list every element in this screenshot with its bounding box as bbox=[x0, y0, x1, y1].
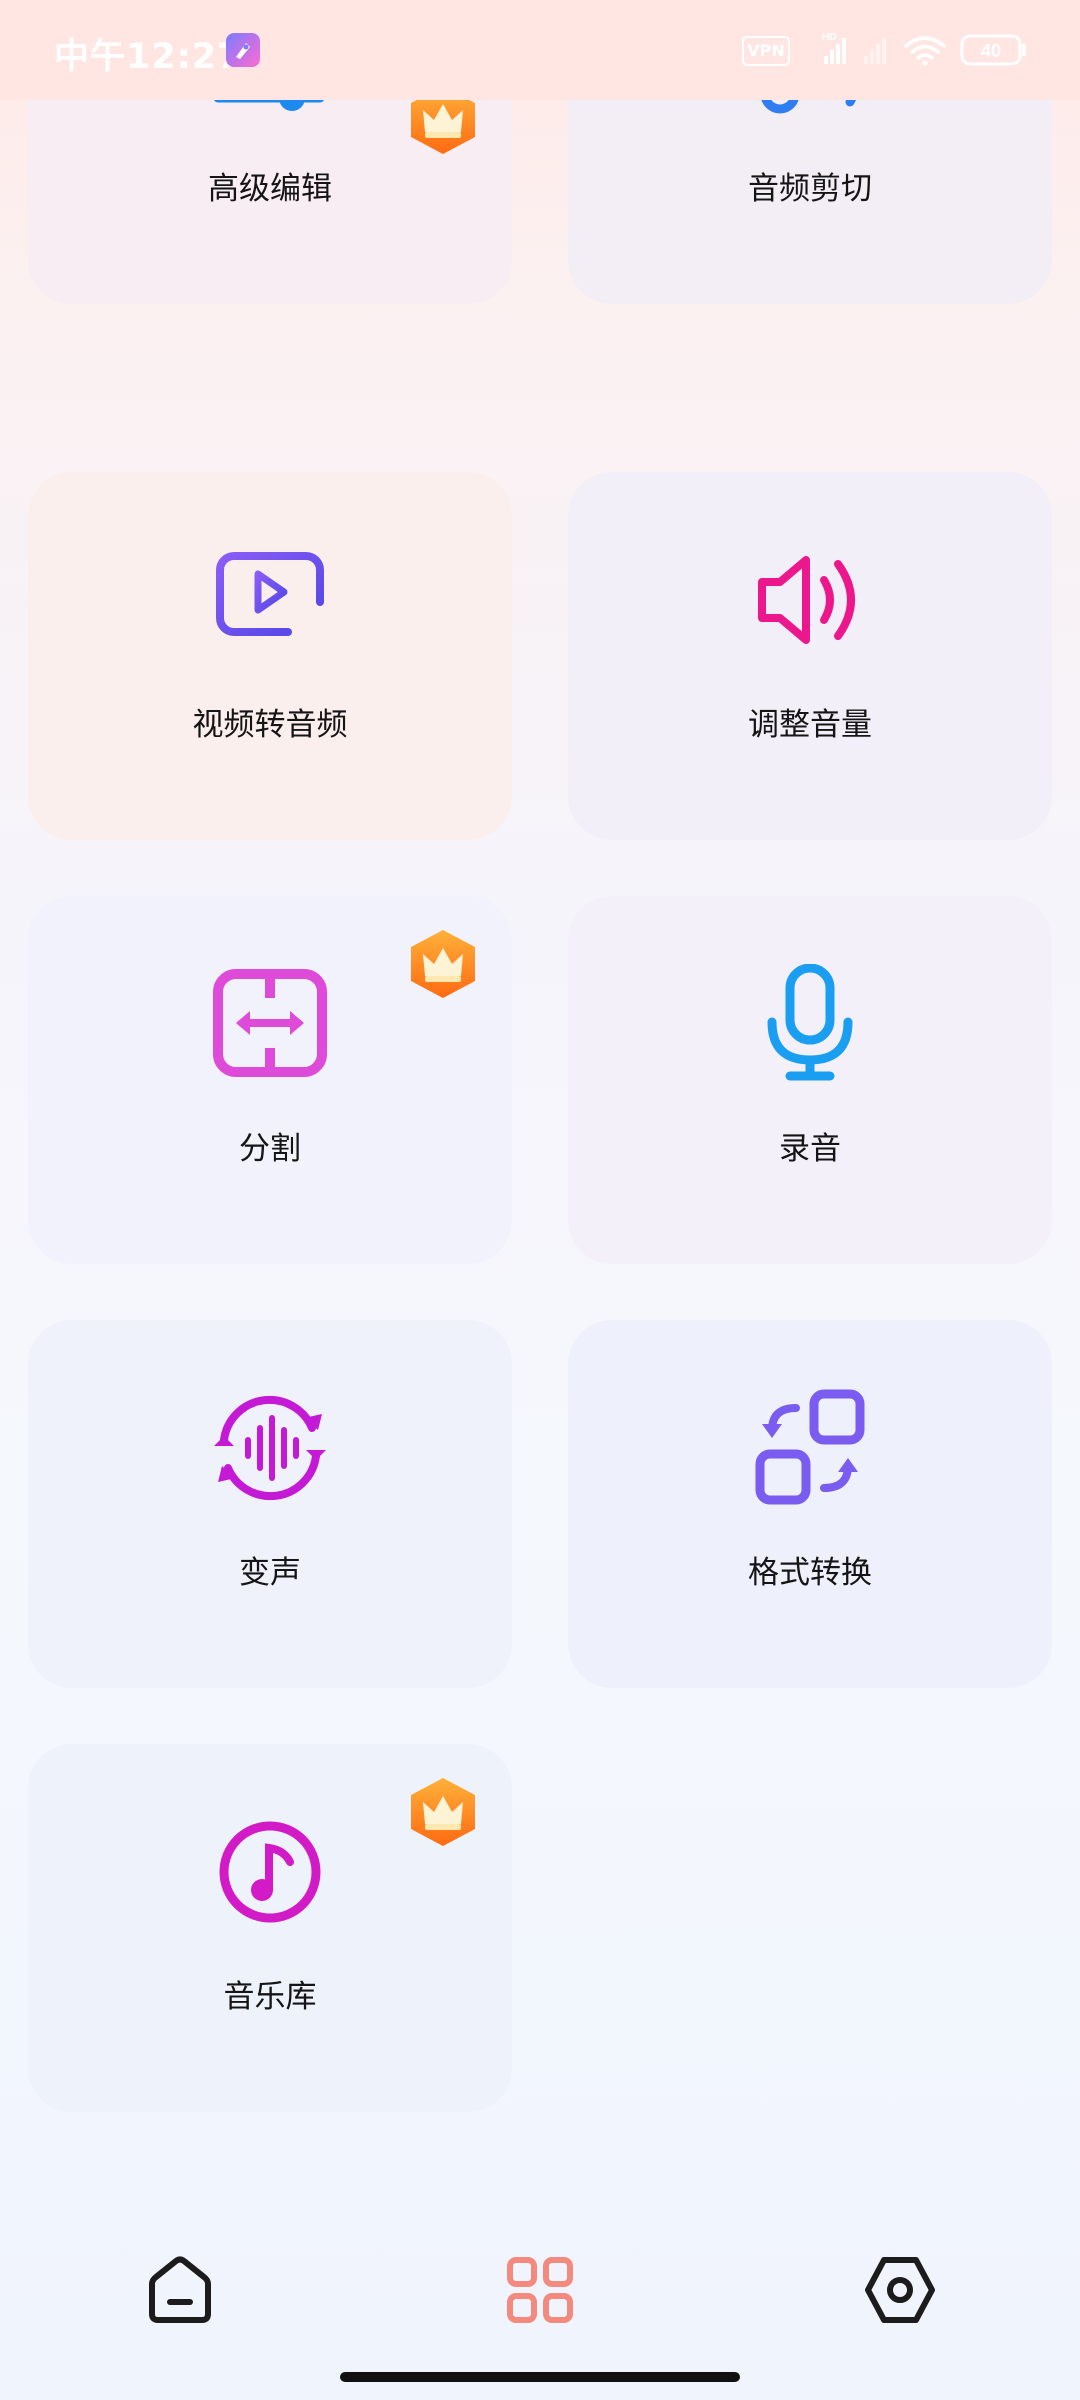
volume-icon bbox=[758, 556, 855, 644]
tool-label: 音乐库 bbox=[223, 1979, 317, 2015]
battery-level: 40 bbox=[981, 41, 1001, 61]
voice-change-icon bbox=[214, 1395, 326, 1501]
grid-icon[interactable] bbox=[500, 2250, 580, 2330]
premium-crown-icon bbox=[411, 930, 475, 998]
microphone-icon bbox=[767, 964, 853, 1081]
tool-label: 调整音量 bbox=[748, 707, 872, 743]
hd-signal-icon: HD bbox=[822, 32, 846, 64]
tool-label: 变声 bbox=[239, 1555, 301, 1591]
tool-card-music-library[interactable]: 音乐库 bbox=[28, 1744, 512, 2112]
home-icon[interactable] bbox=[140, 2250, 220, 2330]
tool-card-voice-change[interactable]: 变声 bbox=[28, 1320, 512, 1688]
tool-card-format-convert[interactable]: 格式转换 bbox=[568, 1320, 1052, 1688]
home-indicator-bar[interactable] bbox=[340, 2372, 740, 2382]
status-time: 中午12:27 bbox=[54, 37, 243, 77]
status-bar: 中午12:27 VPN HD 40 bbox=[0, 0, 1080, 100]
tool-label: 录音 bbox=[779, 1131, 841, 1167]
status-icons: HD 40 bbox=[822, 32, 1026, 66]
premium-crown-icon bbox=[411, 1778, 475, 1846]
split-icon bbox=[213, 969, 327, 1077]
tool-card-adjust-volume[interactable]: 调整音量 bbox=[568, 472, 1052, 840]
format-convert-icon bbox=[755, 1389, 865, 1505]
settings-icon[interactable] bbox=[860, 2250, 940, 2330]
tool-label: 视频转音频 bbox=[192, 707, 348, 743]
wifi-icon bbox=[904, 36, 946, 66]
bottom-nav bbox=[0, 2200, 1080, 2400]
tool-card-video-to-audio[interactable]: 视频转音频 bbox=[28, 472, 512, 840]
tool-label: 格式转换 bbox=[748, 1555, 872, 1591]
vpn-icon: VPN bbox=[742, 36, 790, 66]
tool-card-split[interactable]: 分割 bbox=[28, 896, 512, 1264]
tool-card-record[interactable]: 录音 bbox=[568, 896, 1052, 1264]
tool-label: 音频剪切 bbox=[748, 171, 872, 207]
video-to-audio-icon bbox=[216, 552, 324, 648]
app-rocket-icon bbox=[226, 33, 260, 67]
battery-icon: 40 bbox=[960, 34, 1026, 66]
svg-text:HD: HD bbox=[822, 32, 836, 43]
music-library-icon bbox=[219, 1821, 321, 1923]
tool-label: 高级编辑 bbox=[208, 171, 332, 207]
signal-icon bbox=[864, 38, 886, 64]
tool-label: 分割 bbox=[239, 1131, 301, 1167]
